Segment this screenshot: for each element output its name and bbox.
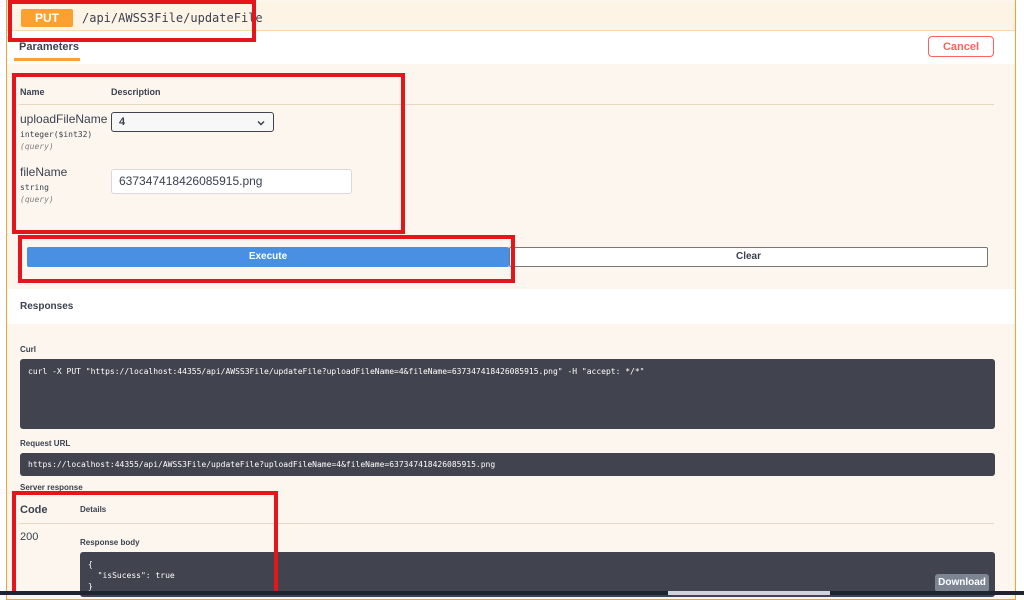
highlight-box-parameters	[12, 73, 405, 234]
clear-button[interactable]: Clear	[509, 247, 988, 267]
download-button[interactable]: Download	[935, 574, 989, 592]
highlight-box-endpoint	[8, 0, 256, 42]
cancel-button[interactable]: Cancel	[928, 36, 994, 57]
curl-label: Curl	[20, 345, 36, 354]
curl-code-block[interactable]: curl -X PUT "https://localhost:44355/api…	[20, 359, 995, 429]
tab-parameters[interactable]: Parameters	[19, 41, 79, 53]
highlight-box-execute	[18, 235, 515, 283]
responses-title: Responses	[20, 301, 74, 312]
request-url-label: Request URL	[20, 439, 71, 448]
request-url-block[interactable]: https://localhost:44355/api/AWSS3File/up…	[20, 453, 995, 476]
tab-underline	[14, 58, 80, 61]
highlight-box-response	[12, 491, 278, 595]
responses-bar	[7, 289, 1015, 324]
taskbar-gap	[668, 591, 830, 595]
taskbar-strip	[0, 591, 1024, 595]
